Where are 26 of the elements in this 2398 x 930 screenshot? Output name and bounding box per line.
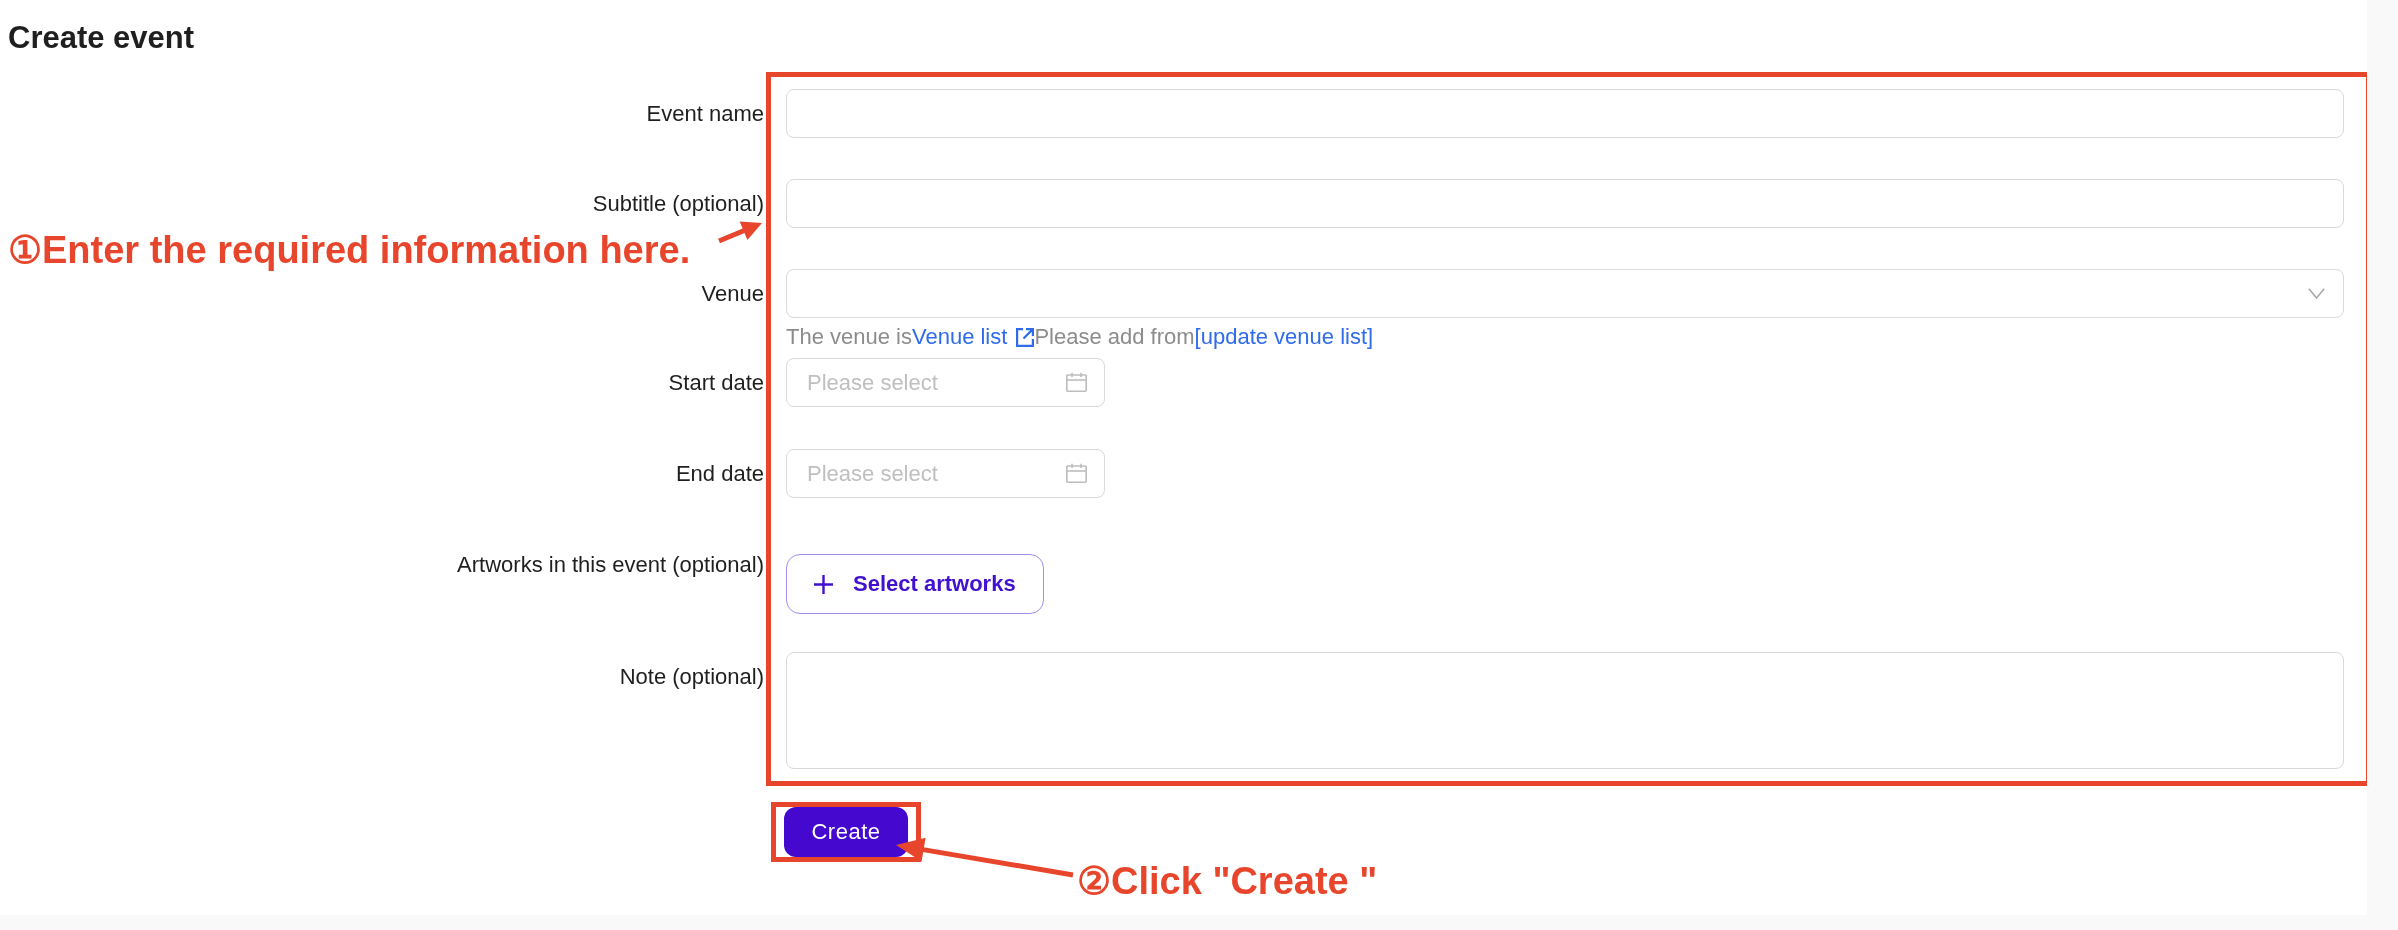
select-artworks-button[interactable]: Select artworks: [786, 554, 1044, 614]
field-label: Note (optional): [619, 663, 764, 691]
text-input[interactable]: [786, 179, 2344, 228]
note-textarea[interactable]: [786, 652, 2344, 769]
date-field[interactable]: Please select: [786, 449, 1105, 498]
field-label: Subtitle (optional): [592, 190, 764, 218]
page-title: Create event: [8, 19, 195, 57]
venue-help-text: The venue isVenue list Please add from[update venue list]: [786, 321, 1374, 353]
calendar-icon: [1066, 372, 1087, 392]
field-label: Venue: [701, 280, 764, 308]
field-label: Artworks in this event (optional): [457, 551, 764, 579]
field-label: Start date: [668, 369, 764, 397]
annotation-text: ①Enter the required information here.: [8, 228, 691, 272]
date-field[interactable]: Please select: [786, 358, 1105, 407]
text-input[interactable]: [786, 89, 2344, 138]
field-label: Event name: [646, 100, 764, 128]
calendar-icon: [1066, 463, 1087, 483]
chevron-down-icon: [2308, 288, 2325, 299]
annotation-arrow: [718, 221, 762, 244]
plus-icon: [814, 574, 833, 594]
create-button[interactable]: Create: [784, 807, 908, 857]
select-field[interactable]: [786, 269, 2344, 318]
annotation-text: ②Click "Create ": [1077, 859, 1378, 903]
help-link[interactable]: [update venue list]: [1194, 321, 1374, 353]
help-link[interactable]: Venue list: [911, 321, 1035, 353]
field-label: End date: [675, 460, 764, 488]
